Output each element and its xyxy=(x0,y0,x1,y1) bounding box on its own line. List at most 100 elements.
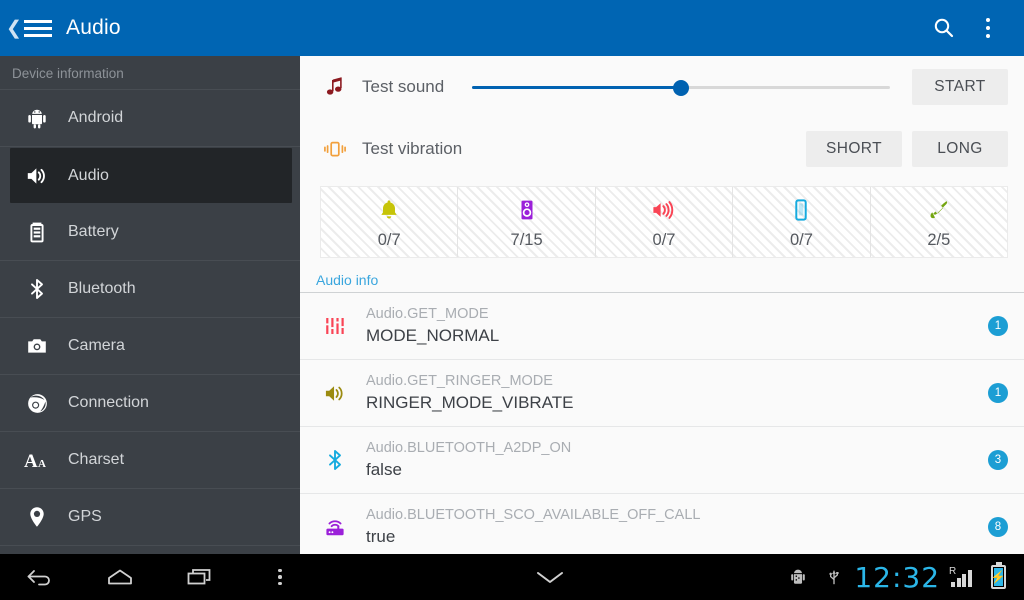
speaker-icon xyxy=(320,378,350,408)
bell-icon xyxy=(377,195,401,225)
back-chevron-icon[interactable]: ❮ xyxy=(6,13,22,43)
info-row-get-ringer-mode[interactable]: Audio.GET_RINGER_MODE RINGER_MODE_VIBRAT… xyxy=(300,360,1024,427)
status-badge: 3 xyxy=(988,450,1008,470)
test-sound-row: Test sound START xyxy=(300,56,1024,118)
nav-home-icon[interactable] xyxy=(80,554,160,600)
volume-cell-call[interactable]: 2/5 xyxy=(871,187,1007,257)
info-row-bluetooth-a2dp-on[interactable]: Audio.BLUETOOTH_A2DP_ON false 3 xyxy=(300,427,1024,494)
info-text-block: Audio.BLUETOOTH_SCO_AVAILABLE_OFF_CALL t… xyxy=(366,505,988,549)
test-sound-slider[interactable] xyxy=(472,72,890,102)
slider-fill xyxy=(472,86,682,89)
sidebar-item-label: Camera xyxy=(68,337,125,354)
music-note-icon xyxy=(320,72,350,102)
info-row-get-mode[interactable]: Audio.GET_MODE MODE_NORMAL 1 xyxy=(300,293,1024,360)
call-handset-icon xyxy=(927,195,951,225)
info-text-block: Audio.GET_MODE MODE_NORMAL xyxy=(366,304,988,348)
test-vibration-label: Test vibration xyxy=(362,139,463,158)
camera-icon xyxy=(22,331,52,361)
vibration-icon xyxy=(320,134,350,164)
sidebar-item-android[interactable]: Android xyxy=(0,90,300,147)
battery-icon xyxy=(22,217,52,247)
info-row-bluetooth-sco-available-off-call[interactable]: Audio.BLUETOOTH_SCO_AVAILABLE_OFF_CALL t… xyxy=(300,494,1024,554)
nav-recents-icon[interactable] xyxy=(160,554,240,600)
sidebar-item-charset[interactable]: A A Charset xyxy=(0,432,300,489)
alarm-volume-icon xyxy=(651,195,677,225)
volume-cell-notification[interactable]: 0/7 xyxy=(733,187,871,257)
overflow-menu-icon[interactable] xyxy=(966,6,1010,50)
sidebar-item-label: Charset xyxy=(68,451,125,468)
battery-charging-icon: ⚡ xyxy=(980,554,1016,600)
volume-value: 0/7 xyxy=(377,230,401,249)
info-value: MODE_NORMAL xyxy=(366,326,500,346)
sidebar-item-gps[interactable]: GPS xyxy=(0,489,300,546)
sidebar-item-camera[interactable]: Camera xyxy=(0,318,300,375)
sidebar-item-bluetooth[interactable]: Bluetooth xyxy=(0,261,300,318)
test-vibration-row: Test vibration SHORT LONG xyxy=(300,118,1024,180)
info-key: Audio.GET_MODE xyxy=(366,306,489,323)
music-player-icon xyxy=(515,195,539,225)
sidebar-item-label: Android xyxy=(68,109,124,126)
sidebar: Device information Android Audio Battery… xyxy=(0,56,300,554)
info-key: Audio.BLUETOOTH_A2DP_ON xyxy=(366,440,572,457)
status-badge: 8 xyxy=(988,517,1008,537)
hamburger-menu-icon[interactable] xyxy=(24,14,52,42)
audio-info-section-header: Audio info xyxy=(300,268,1024,293)
volume-cell-media[interactable]: 7/15 xyxy=(458,187,596,257)
screen-root: ❮ Audio Device information Android Audio… xyxy=(0,0,1024,600)
hotspot-icon xyxy=(320,512,350,542)
status-badge: 1 xyxy=(988,316,1008,336)
gps-pin-icon xyxy=(22,502,52,532)
slider-thumb[interactable] xyxy=(673,80,690,96)
system-navigation-bar: 12:32 R ⚡ xyxy=(0,554,1024,600)
volume-cell-ring[interactable]: 0/7 xyxy=(321,187,459,257)
start-button[interactable]: START xyxy=(912,69,1008,105)
sidebar-item-connection[interactable]: Connection xyxy=(0,375,300,432)
charset-icon: A A xyxy=(22,445,52,475)
sidebar-item-battery[interactable]: Battery xyxy=(0,204,300,261)
info-text-block: Audio.BLUETOOTH_A2DP_ON false xyxy=(366,438,988,482)
info-key: Audio.GET_RINGER_MODE xyxy=(366,373,553,390)
volume-value: 7/15 xyxy=(510,230,543,249)
page-title: Audio xyxy=(66,16,121,39)
status-icons: 12:32 R ⚡ xyxy=(780,554,1024,600)
main-content: Test sound START Test vibration SHORT LO… xyxy=(300,56,1024,554)
status-clock: 12:32 xyxy=(854,560,941,594)
volume-cell-alarm[interactable]: 0/7 xyxy=(596,187,734,257)
phone-device-icon xyxy=(789,195,813,225)
android-icon xyxy=(22,103,52,133)
volume-value: 0/7 xyxy=(652,230,676,249)
sidebar-item-audio[interactable]: Audio xyxy=(10,148,292,203)
svg-text:A: A xyxy=(24,451,38,472)
usb-icon xyxy=(816,554,852,600)
nav-overflow-icon[interactable] xyxy=(240,554,320,600)
charging-bolt-icon: ⚡ xyxy=(990,570,1006,584)
info-value: false xyxy=(366,460,402,480)
search-icon[interactable] xyxy=(922,6,966,50)
svg-text:A: A xyxy=(38,458,46,470)
sidebar-item-label: Audio xyxy=(68,166,109,184)
speaker-icon xyxy=(22,161,52,191)
connection-icon xyxy=(22,388,52,418)
signal-bars-icon: R xyxy=(944,554,980,600)
android-debug-icon xyxy=(780,554,816,600)
sidebar-item-label: GPS xyxy=(68,508,102,525)
nav-back-icon[interactable] xyxy=(0,554,80,600)
bluetooth-icon xyxy=(22,274,52,304)
long-button[interactable]: LONG xyxy=(912,131,1008,167)
chevron-down-icon[interactable] xyxy=(510,554,590,600)
sidebar-item-label: Battery xyxy=(68,223,119,240)
volume-value: 0/7 xyxy=(789,230,813,249)
status-badge: 1 xyxy=(988,383,1008,403)
sidebar-item-label: Connection xyxy=(68,394,149,411)
test-sound-label: Test sound xyxy=(362,77,445,96)
info-value: true xyxy=(366,527,396,547)
action-bar: ❮ Audio xyxy=(0,0,1024,56)
short-button[interactable]: SHORT xyxy=(806,131,902,167)
sidebar-item-label: Bluetooth xyxy=(68,280,136,297)
volume-value: 2/5 xyxy=(927,230,951,249)
equalizer-icon xyxy=(320,311,350,341)
volume-levels-strip: 0/7 7/15 0/7 0/7 2/5 xyxy=(320,186,1008,258)
bluetooth-icon xyxy=(320,445,350,475)
info-value: RINGER_MODE_VIBRATE xyxy=(366,393,574,413)
sidebar-section-header: Device information xyxy=(0,56,300,90)
